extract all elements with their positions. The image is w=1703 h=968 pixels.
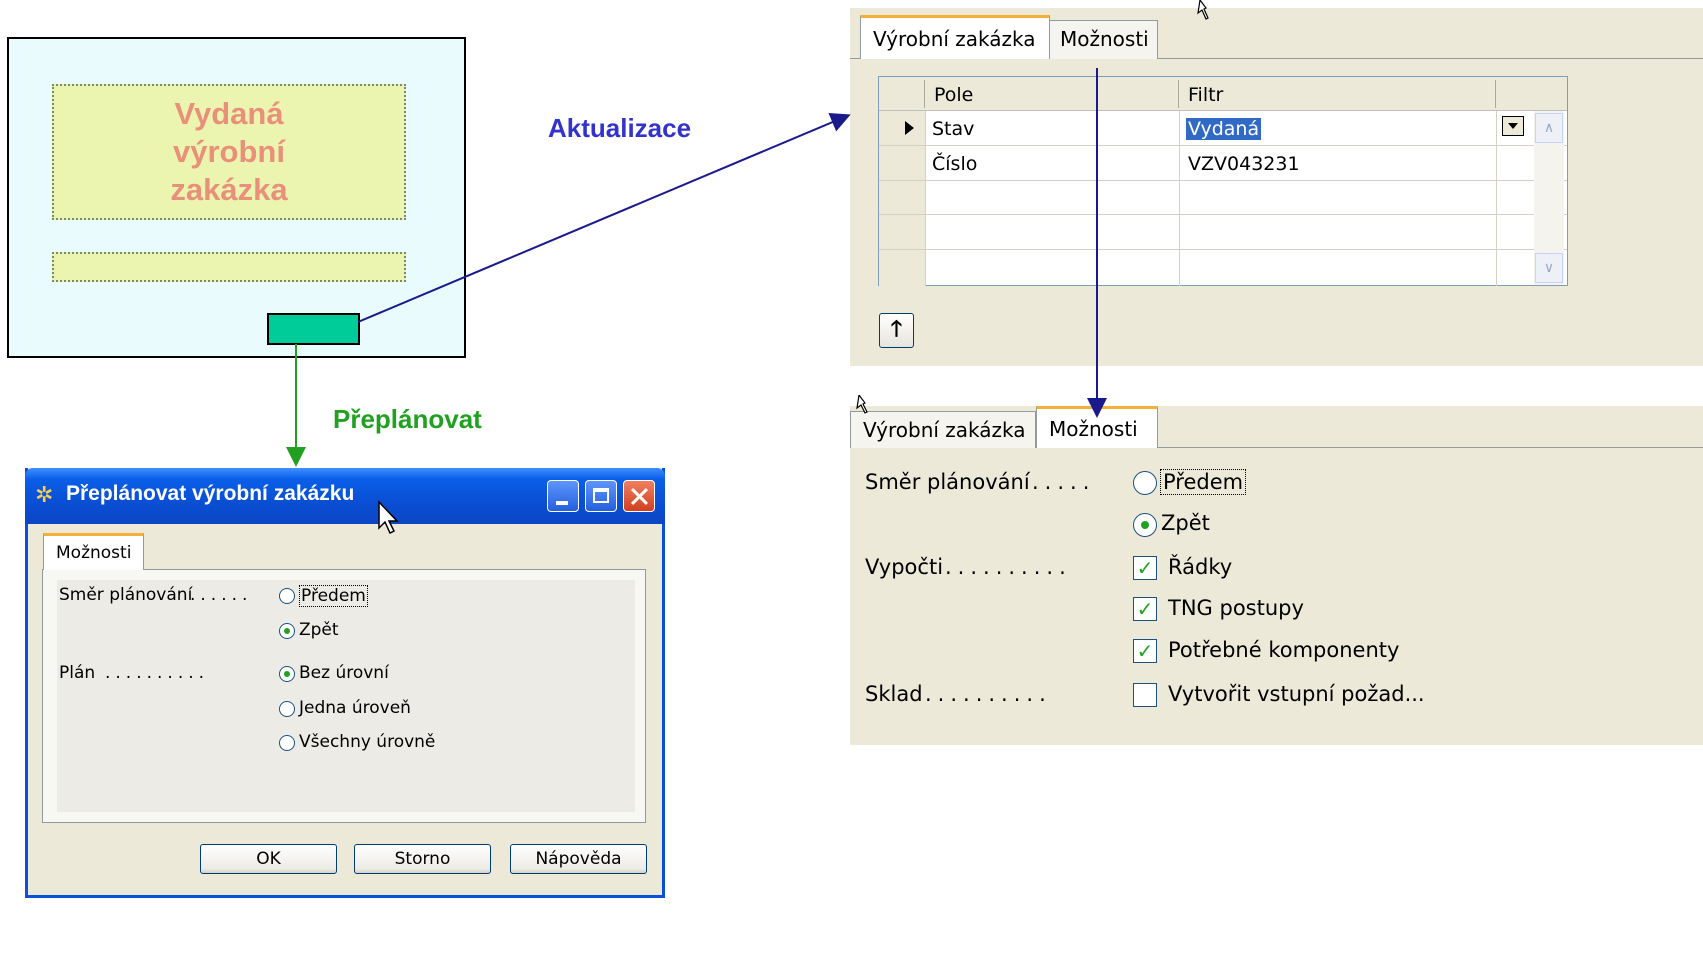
connector-arrows: [286, 68, 1107, 467]
update-arrow: [357, 112, 851, 323]
